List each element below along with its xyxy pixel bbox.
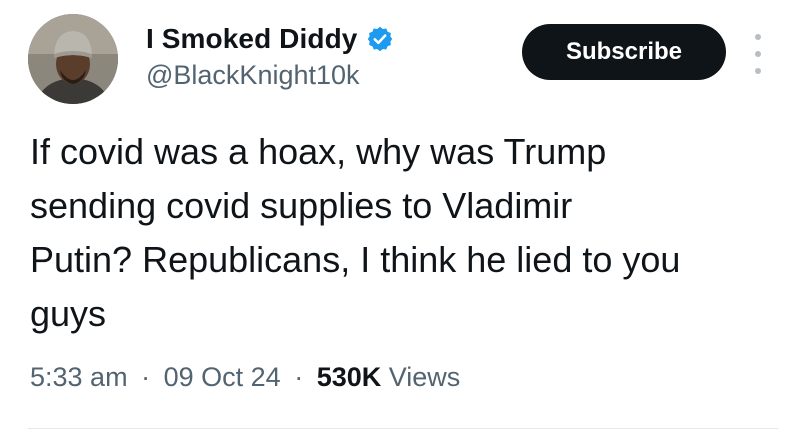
avatar[interactable] bbox=[28, 14, 118, 104]
views-count[interactable]: 530K bbox=[317, 362, 382, 392]
tweet-card: I Smoked Diddy @BlackKnight10k Subscribe… bbox=[0, 0, 806, 431]
post-date[interactable]: 09 Oct 24 bbox=[164, 362, 281, 392]
tweet-meta: 5:33 am · 09 Oct 24 · 530K Views bbox=[30, 362, 460, 393]
tweet-text: If covid was a hoax, why was Trump sendi… bbox=[30, 125, 790, 341]
more-vertical-icon[interactable] bbox=[750, 34, 766, 74]
post-time[interactable]: 5:33 am bbox=[30, 362, 128, 392]
tweet-text-line: If covid was a hoax, why was Trump bbox=[30, 131, 607, 172]
author-names: I Smoked Diddy @BlackKnight10k bbox=[146, 22, 394, 91]
views-label: Views bbox=[388, 362, 461, 392]
display-name-row: I Smoked Diddy bbox=[146, 22, 394, 56]
divider bbox=[28, 428, 778, 429]
meta-separator: · bbox=[294, 362, 304, 392]
tweet-text-line: guys bbox=[30, 293, 107, 334]
profile-photo bbox=[28, 14, 118, 104]
tweet-text-line: Putin? Republicans, I think he lied to y… bbox=[30, 239, 681, 280]
tweet-text-line: sending covid supplies to Vladimir bbox=[30, 185, 573, 226]
author-handle[interactable]: @BlackKnight10k bbox=[146, 60, 394, 91]
display-name[interactable]: I Smoked Diddy bbox=[146, 23, 357, 55]
tweet-header: I Smoked Diddy @BlackKnight10k Subscribe bbox=[28, 14, 788, 106]
verified-check-icon bbox=[366, 25, 394, 53]
subscribe-button[interactable]: Subscribe bbox=[522, 24, 726, 80]
meta-separator: · bbox=[141, 362, 151, 392]
